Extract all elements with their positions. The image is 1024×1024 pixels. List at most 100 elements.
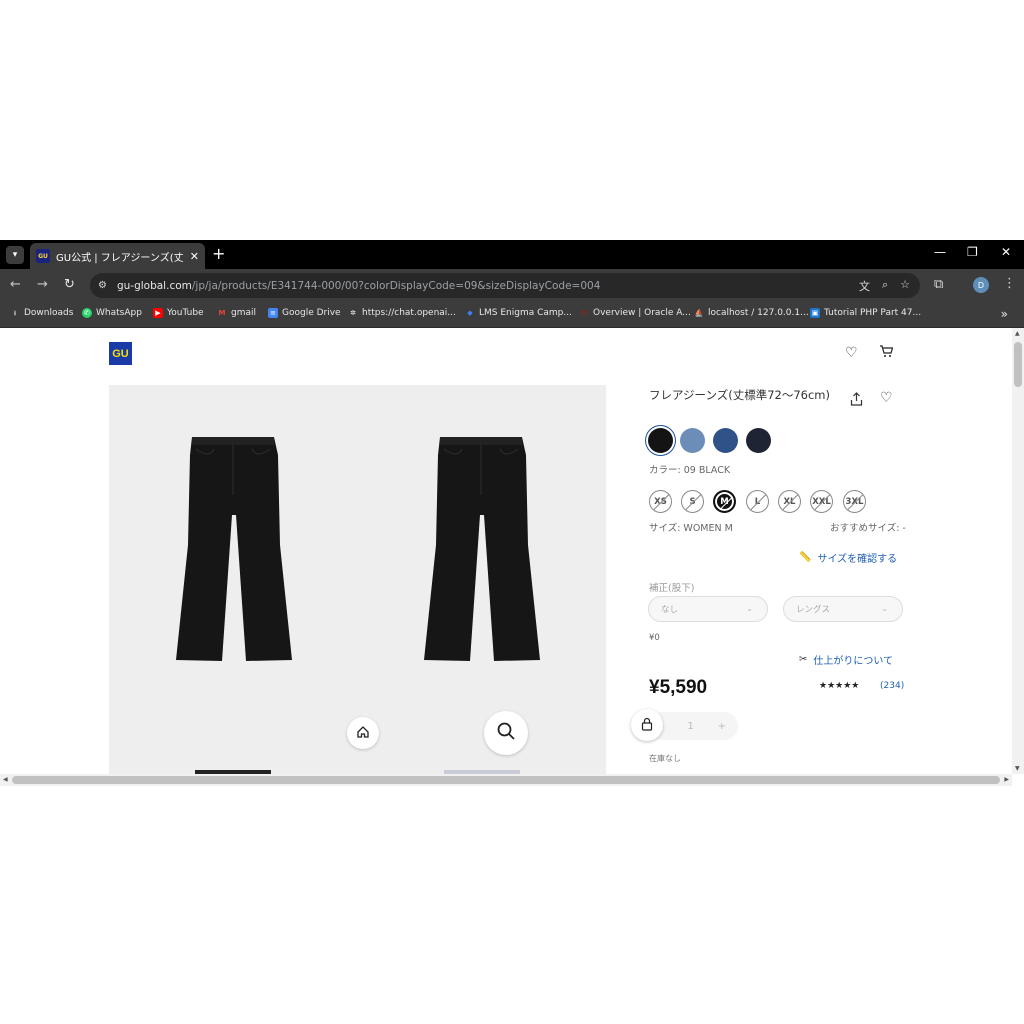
more-bookmarks-icon[interactable]: » (1001, 307, 1008, 321)
google-docs-icon: ≡ (268, 308, 278, 318)
color-swatch-navy[interactable] (746, 428, 771, 453)
horizontal-scroll-thumb[interactable] (12, 776, 1000, 784)
bookmark-tutorial[interactable]: ▣ Tutorial PHP Part 47... (810, 308, 921, 318)
profile-avatar[interactable]: D (973, 277, 989, 293)
minimize-icon[interactable]: — (934, 245, 946, 259)
product-image-front[interactable] (174, 435, 294, 669)
bookmark-oracle[interactable]: ⬭ Overview | Oracle A... (579, 308, 691, 318)
search-button[interactable] (484, 711, 528, 755)
scroll-up-icon[interactable]: ▲ (1015, 330, 1020, 337)
window-close-icon[interactable]: ✕ (1001, 245, 1011, 259)
size-check-link[interactable]: 📏 サイズを確認する (799, 550, 897, 565)
product-image-back[interactable] (422, 435, 542, 669)
product-gallery[interactable] (109, 385, 606, 774)
stock-status: 在庫なし (649, 754, 681, 763)
ruler-icon: 📏 (799, 552, 812, 563)
scroll-right-icon[interactable]: ▶ (1004, 776, 1009, 783)
navigation-bar: ← → ↻ ⚙ gu-global.com/jp/ja/products/E34… (0, 269, 1024, 302)
color-swatch-blue[interactable] (713, 428, 738, 453)
youtube-icon: ▶ (153, 308, 163, 318)
forward-icon[interactable]: → (37, 277, 48, 292)
color-label: カラー: 09 BLACK (649, 465, 731, 476)
qty-value: 1 (687, 720, 694, 732)
qty-plus-button[interactable]: + (718, 721, 726, 732)
size-option-s[interactable]: S (681, 490, 704, 513)
product-title: フレアジーンズ(丈標準72〜76cm) (649, 388, 830, 402)
address-bar[interactable]: ⚙ gu-global.com/jp/ja/products/E341744-0… (90, 273, 920, 298)
chevron-down-icon: ⌄ (746, 604, 753, 613)
bookmark-youtube[interactable]: ▶ YouTube (153, 308, 204, 318)
size-option-3xl[interactable]: 3XL (843, 490, 866, 513)
new-tab-icon[interactable]: + (212, 244, 225, 263)
bookmark-localhost[interactable]: ⛵ localhost / 127.0.0.1... (694, 308, 809, 318)
size-option-l[interactable]: L (746, 490, 769, 513)
share-icon[interactable] (850, 392, 863, 410)
color-swatch-black[interactable] (648, 428, 673, 453)
alteration-price: ¥0 (649, 633, 660, 643)
vertical-scrollbar[interactable]: ▲ ▼ (1012, 328, 1024, 774)
lock-icon (641, 716, 653, 735)
horizontal-scrollbar[interactable]: ◀ ▶ (0, 774, 1012, 786)
browser-menu-icon[interactable]: ⋮ (1003, 276, 1016, 291)
site-info-icon[interactable]: ⚙ (98, 280, 107, 291)
bookmark-whatsapp[interactable]: ✆ WhatsApp (82, 308, 142, 318)
scroll-left-icon[interactable]: ◀ (3, 776, 8, 783)
oracle-icon: ⬭ (581, 309, 587, 317)
tab-strip: ▾ GU GU公式 | フレアジーンズ(丈標準72 ✕ + — ❐ ✕ (0, 240, 1024, 269)
bookmark-google-drive[interactable]: ≡ Google Drive (268, 308, 341, 318)
search-icon (496, 721, 516, 745)
scroll-down-icon[interactable]: ▼ (1015, 765, 1020, 772)
tab-title: GU公式 | フレアジーンズ(丈標準72 (56, 252, 184, 264)
wishlist-heart-icon[interactable]: ♡ (845, 345, 858, 361)
bookmark-lms[interactable]: ◆ LMS Enigma Camp... (465, 308, 572, 318)
translate-icon[interactable]: 文 (859, 278, 870, 294)
home-icon (356, 724, 370, 743)
back-icon[interactable]: ← (10, 277, 21, 292)
openai-icon: ✲ (350, 309, 356, 317)
zoom-icon[interactable]: ⌕ (882, 278, 888, 294)
extensions-icon[interactable]: ⧉ (934, 277, 943, 292)
diamond-icon: ◆ (467, 309, 473, 317)
gmail-icon: M (218, 309, 226, 317)
browser-window: ▾ GU GU公式 | フレアジーンズ(丈標準72 ✕ + — ❐ ✕ ← → … (0, 240, 1024, 786)
home-button[interactable] (347, 717, 379, 749)
bookmark-openai[interactable]: ✲ https://chat.openai... (348, 308, 456, 318)
color-swatch-light-blue[interactable] (680, 428, 705, 453)
tab-close-icon[interactable]: ✕ (190, 250, 199, 263)
bookmarks-bar: ⭳ Downloads ✆ WhatsApp ▶ YouTube Mgmail ≡ Go… (0, 302, 1024, 328)
bookmark-gmail[interactable]: Mgmail (217, 308, 256, 318)
restore-icon[interactable]: ❐ (967, 245, 978, 259)
rating-stars: ★★★★★ (819, 681, 860, 691)
tutorial-icon: ▣ (810, 308, 820, 318)
size-option-m[interactable]: M (713, 490, 736, 513)
length-select[interactable]: レングス ⌄ (783, 596, 903, 622)
chevron-down-icon: ⌄ (881, 604, 888, 613)
lock-button[interactable] (631, 709, 663, 741)
phpmyadmin-icon: ⛵ (694, 309, 704, 317)
reload-icon[interactable]: ↻ (64, 277, 75, 292)
favicon-icon: GU (36, 249, 50, 263)
size-option-xs[interactable]: XS (649, 490, 672, 513)
recommended-size: おすすめサイズ: - (830, 523, 906, 534)
size-option-xxl[interactable]: XXL (810, 490, 833, 513)
download-icon: ⭳ (13, 309, 17, 317)
scissors-icon: ✂ (799, 654, 808, 665)
vertical-scroll-thumb[interactable] (1014, 342, 1022, 387)
bookmark-star-icon[interactable]: ☆ (900, 278, 910, 294)
web-page: GU ♡ フレアジーンズ(丈標準72〜76cm) ♡ カラー: 09 BLACK… (0, 328, 1012, 774)
size-label: サイズ: WOMEN M (649, 523, 733, 534)
bookmark-downloads[interactable]: ⭳ Downloads (10, 308, 74, 318)
finish-link[interactable]: ✂ 仕上がりについて (799, 652, 893, 667)
product-price: ¥5,590 (649, 677, 708, 698)
browser-tab[interactable]: GU GU公式 | フレアジーンズ(丈標準72 ✕ (30, 243, 205, 269)
cart-icon[interactable] (879, 345, 894, 362)
size-option-xl[interactable]: XL (778, 490, 801, 513)
alteration-select[interactable]: なし ⌄ (648, 596, 768, 622)
favorite-heart-icon[interactable]: ♡ (880, 390, 893, 406)
url-text: gu-global.com/jp/ja/products/E341744-000… (116, 279, 601, 292)
whatsapp-icon: ✆ (82, 308, 92, 318)
review-count-link[interactable]: (234) (880, 681, 904, 691)
gu-logo[interactable]: GU (109, 342, 132, 365)
alteration-heading: 補正(股下) (649, 583, 695, 594)
tab-search-icon[interactable]: ▾ (6, 246, 24, 264)
